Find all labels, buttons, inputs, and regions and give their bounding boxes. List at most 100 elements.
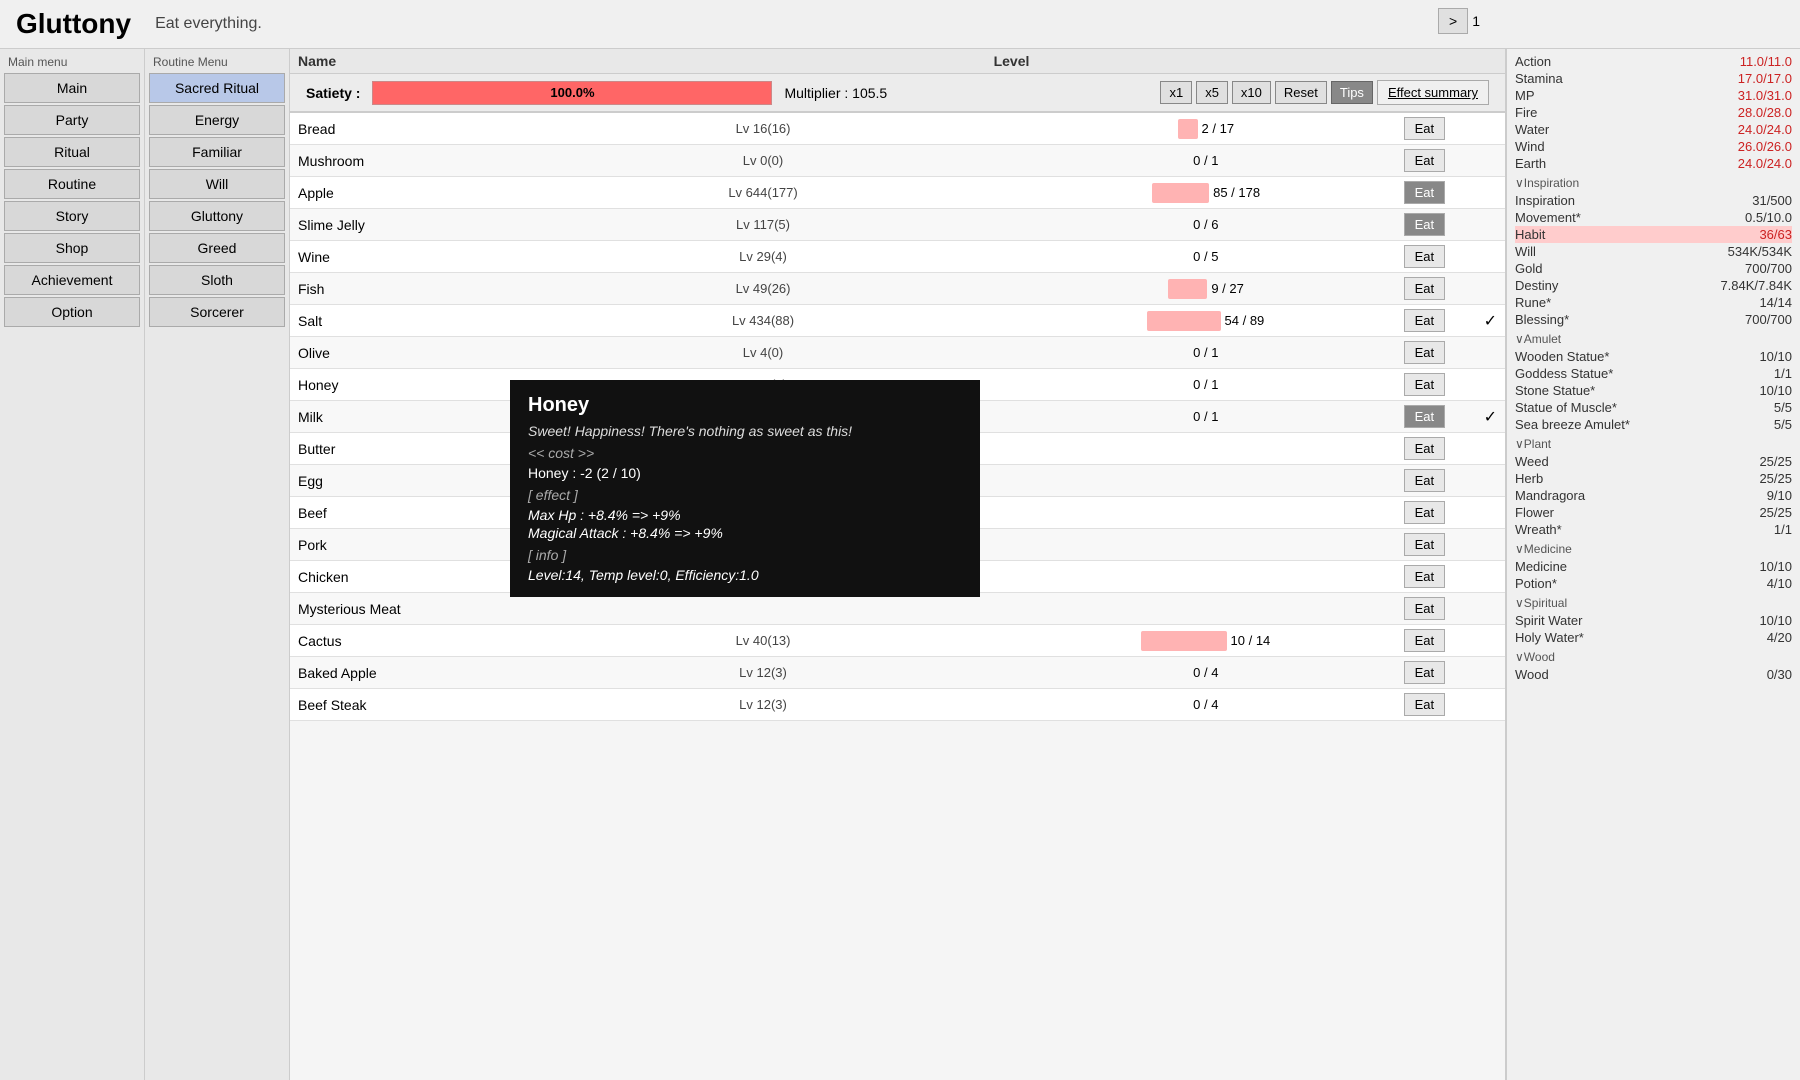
food-checkbox-cell[interactable] [1476,209,1505,241]
food-checkbox-cell[interactable]: ✓ [1476,401,1505,433]
sidebar-item-story[interactable]: Story [4,201,140,231]
stat-label: Fire [1515,105,1537,120]
mid-item-sorcerer[interactable]: Sorcerer [149,297,285,327]
sidebar-item-achievement[interactable]: Achievement [4,265,140,295]
effect-summary-button[interactable]: Effect summary [1377,80,1489,105]
satiety-label: Satiety : [306,85,360,101]
eat-button[interactable]: Eat [1404,533,1446,556]
sidebar-item-routine[interactable]: Routine [4,169,140,199]
stat-row: Wood0/30 [1515,666,1792,683]
sidebar-item-shop[interactable]: Shop [4,233,140,263]
food-checkbox-cell[interactable] [1476,593,1505,625]
table-row: CactusLv 40(13)10 / 14Eat [290,625,1505,657]
eat-button[interactable]: Eat [1404,437,1446,460]
food-checkbox-cell[interactable] [1476,241,1505,273]
sidebar-item-party[interactable]: Party [4,105,140,135]
eat-button[interactable]: Eat [1404,629,1446,652]
food-checkbox-cell[interactable] [1476,689,1505,721]
stat-value: 14/14 [1759,295,1792,310]
food-checkbox-cell[interactable] [1476,145,1505,177]
eat-button[interactable]: Eat [1404,373,1446,396]
stat-row: Will534K/534K [1515,243,1792,260]
eat-button[interactable]: Eat [1404,469,1446,492]
qty-text: 0 / 1 [1193,153,1218,168]
food-checkbox-cell[interactable] [1476,433,1505,465]
mid-item-sacred-ritual[interactable]: Sacred Ritual [149,73,285,103]
eat-button[interactable]: Eat [1404,117,1446,140]
reset-button[interactable]: Reset [1275,81,1327,104]
eat-button[interactable]: Eat [1404,181,1446,204]
check-mark: ✓ [1484,409,1497,426]
sidebar-item-option[interactable]: Option [4,297,140,327]
table-row: Slime JellyLv 117(5)0 / 6Eat [290,209,1505,241]
stat-row: Water24.0/24.0 [1515,121,1792,138]
mid-item-energy[interactable]: Energy [149,105,285,135]
food-checkbox-cell[interactable] [1476,625,1505,657]
multiply-x10-button[interactable]: x10 [1232,81,1271,104]
food-checkbox-cell[interactable] [1476,369,1505,401]
food-qty-cell: 0 / 5 [1016,241,1396,273]
eat-button[interactable]: Eat [1404,149,1446,172]
eat-button[interactable]: Eat [1404,501,1446,524]
mid-item-greed[interactable]: Greed [149,233,285,263]
stat-value: 0/30 [1767,667,1792,682]
eat-btn-cell: Eat [1396,177,1476,209]
eat-btn-cell: Eat [1396,433,1476,465]
stat-label: Blessing* [1515,312,1569,327]
stat-value: 0.5/10.0 [1745,210,1792,225]
eat-button[interactable]: Eat [1404,213,1446,236]
eat-button[interactable]: Eat [1404,277,1446,300]
eat-btn-cell: Eat [1396,305,1476,337]
food-checkbox-cell[interactable] [1476,561,1505,593]
stat-row: Blessing*700/700 [1515,311,1792,328]
eat-button[interactable]: Eat [1404,309,1446,332]
food-checkbox-cell[interactable] [1476,529,1505,561]
tips-button[interactable]: Tips [1331,81,1373,104]
food-checkbox-cell[interactable] [1476,337,1505,369]
food-name: Honey [298,377,338,393]
eat-btn-cell: Eat [1396,465,1476,497]
mid-item-familiar[interactable]: Familiar [149,137,285,167]
table-row: FishLv 49(26)9 / 27Eat [290,273,1505,305]
multiply-x1-button[interactable]: x1 [1160,81,1192,104]
qty-text: 0 / 6 [1193,217,1218,232]
food-checkbox-cell[interactable]: ✓ [1476,305,1505,337]
right-panel: Action11.0/11.0Stamina17.0/17.0MP31.0/31… [1505,49,1800,1080]
food-qty-cell [1016,529,1396,561]
eat-button[interactable]: Eat [1404,661,1446,684]
mid-item-gluttony[interactable]: Gluttony [149,201,285,231]
eat-button[interactable]: Eat [1404,565,1446,588]
stat-row: Flower25/25 [1515,504,1792,521]
routine-menu-label: Routine Menu [149,53,285,71]
stat-row: Habit36/63 [1515,226,1792,243]
qty-text: 85 / 178 [1213,185,1260,200]
eat-button[interactable]: Eat [1404,341,1446,364]
food-checkbox-cell[interactable] [1476,465,1505,497]
sidebar-item-main[interactable]: Main [4,73,140,103]
mid-item-will[interactable]: Will [149,169,285,199]
food-name-cell: Beef [290,497,510,529]
food-name-cell: Fish [290,273,510,305]
eat-button[interactable]: Eat [1404,597,1446,620]
food-level-cell: Lv 14(0) [510,369,1016,401]
eat-button[interactable]: Eat [1404,245,1446,268]
food-checkbox-cell[interactable] [1476,497,1505,529]
stat-label: Potion* [1515,576,1557,591]
eat-button[interactable]: Eat [1404,693,1446,716]
eat-button[interactable]: Eat [1404,405,1446,428]
food-checkbox-cell[interactable] [1476,273,1505,305]
mid-item-sloth[interactable]: Sloth [149,265,285,295]
food-level-cell [510,529,1016,561]
food-name: Milk [298,409,323,425]
sidebar-item-ritual[interactable]: Ritual [4,137,140,167]
food-checkbox-cell[interactable] [1476,113,1505,145]
qty-text: 0 / 1 [1193,377,1218,392]
food-name: Butter [298,441,335,457]
food-checkbox-cell[interactable] [1476,657,1505,689]
food-checkbox-cell[interactable] [1476,177,1505,209]
multiply-x5-button[interactable]: x5 [1196,81,1228,104]
stat-label: Wind [1515,139,1545,154]
food-level-cell: Lv 434(88) [510,305,1016,337]
food-name-cell: Apple [290,177,510,209]
nav-forward-button[interactable]: > [1438,8,1468,34]
